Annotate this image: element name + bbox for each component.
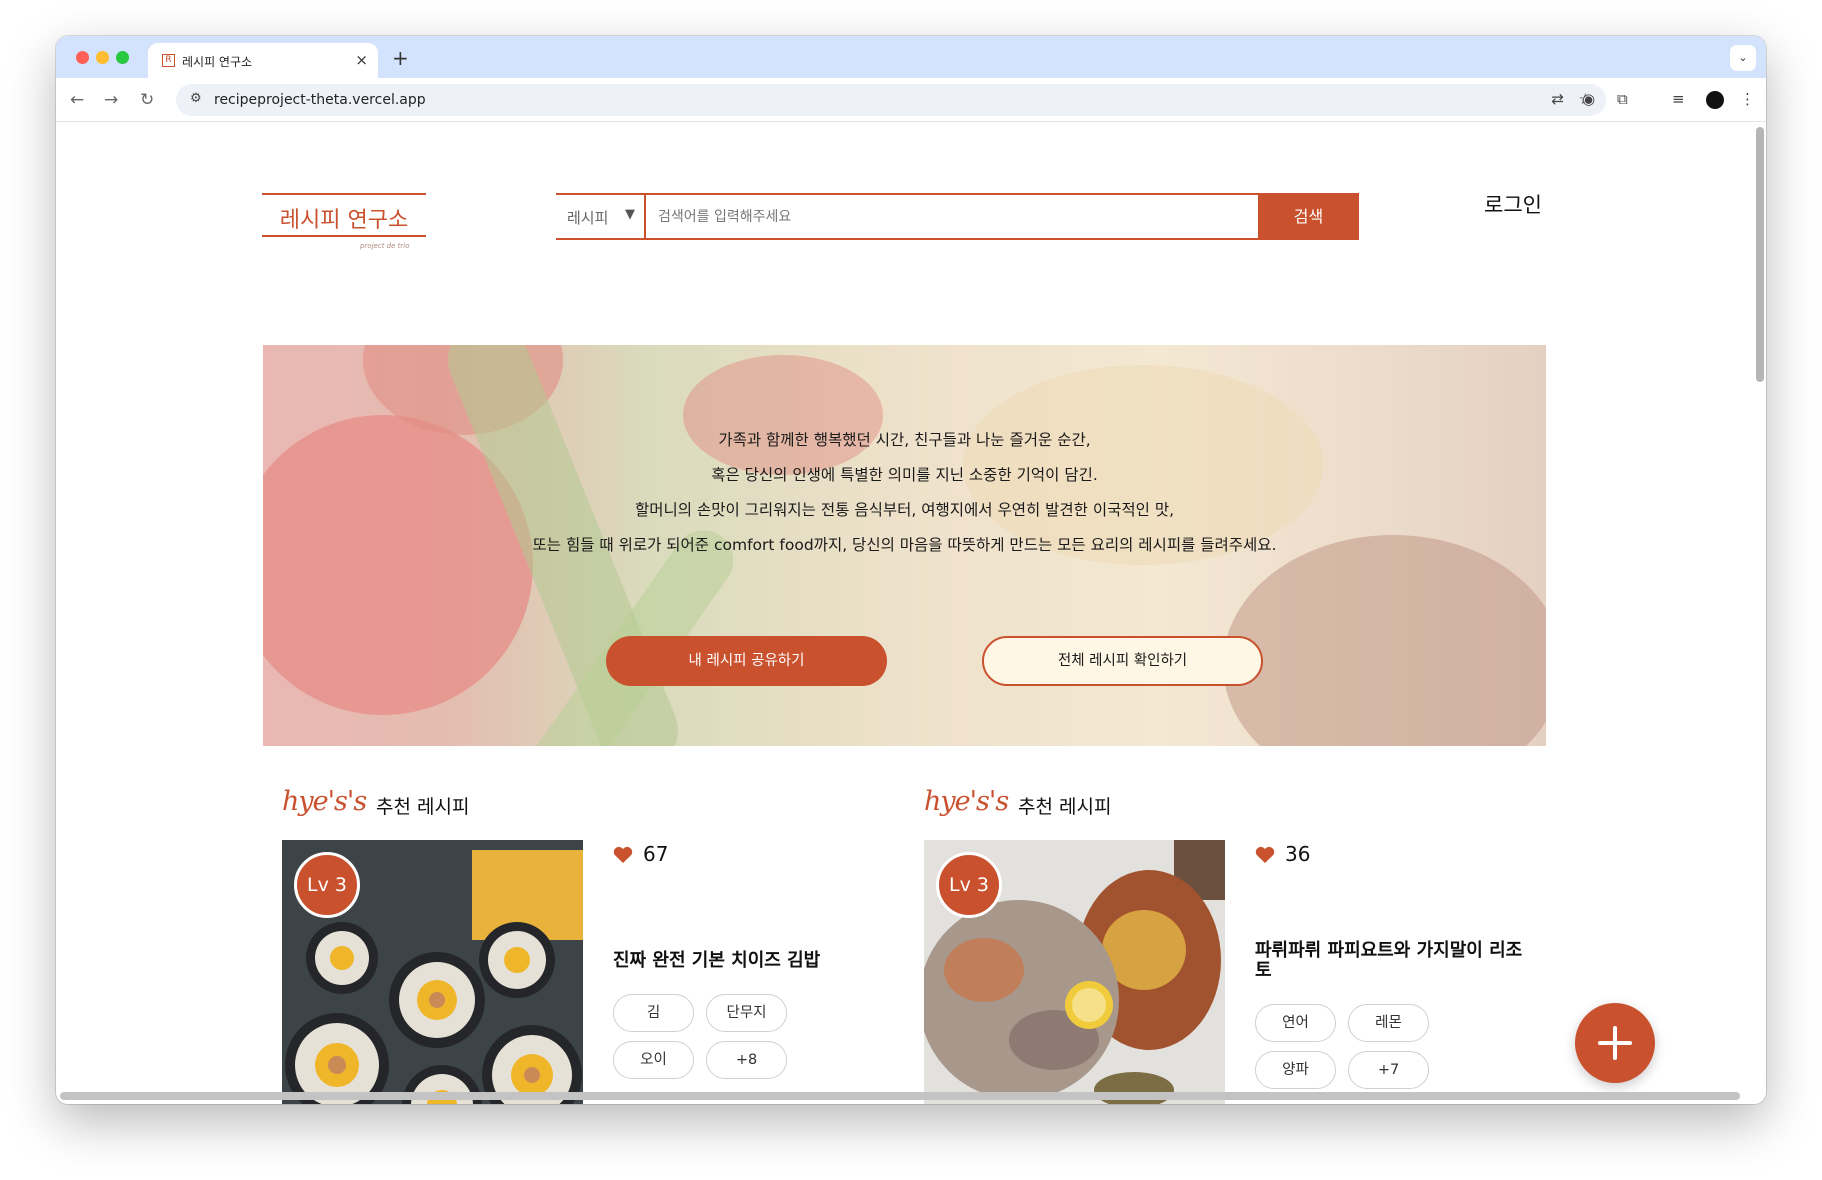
ingredient-chip[interactable]: 김 <box>613 994 694 1032</box>
logo-text: 레시피 연구소 <box>279 208 409 233</box>
search-category-label: 레시피 <box>567 209 609 227</box>
minimize-window-icon[interactable] <box>96 51 109 64</box>
recommendation-card: hye's's 추천 레시피 Lv 3 36 파뤼파뤼 파피요트와 가지말이 리… <box>924 786 1564 1104</box>
recipe-photo[interactable]: Lv 3 <box>924 840 1225 1104</box>
section-title: 추천 레시피 <box>376 796 470 818</box>
login-link[interactable]: 로그인 <box>1484 189 1542 219</box>
page-viewport: 레시피 연구소 project de trio 레시피 ▼ 검색 로그인 가족과… <box>56 123 1766 1104</box>
recommendation-card: hye's's 추천 레시피 Lv 3 67 진짜 완전 기본 치이즈 김밥 김… <box>282 786 922 1104</box>
url-text[interactable]: recipeproject-theta.vercel.app <box>214 92 426 108</box>
browser-toolbar: ← → ↻ ⚙ recipeproject-theta.vercel.app ⇄… <box>56 78 1766 122</box>
translate-icon[interactable]: ⇄ <box>1551 90 1564 108</box>
heart-icon[interactable] <box>1255 846 1275 864</box>
camera-icon[interactable]: ◉ <box>1582 90 1595 108</box>
maximize-window-icon[interactable] <box>116 51 129 64</box>
browser-tab[interactable]: R 레시피 연구소 × <box>148 43 378 78</box>
ingredient-chip[interactable]: 레몬 <box>1348 1004 1429 1042</box>
horizontal-scrollbar[interactable] <box>60 1092 1740 1100</box>
site-logo[interactable]: 레시피 연구소 <box>262 193 426 237</box>
share-recipe-button[interactable]: 내 레시피 공유하기 <box>606 636 887 686</box>
close-window-icon[interactable] <box>76 51 89 64</box>
search-input[interactable] <box>648 195 1258 238</box>
favicon-icon: R <box>162 54 175 67</box>
search-button[interactable]: 검색 <box>1258 193 1359 240</box>
hero-line: 가족과 함께한 행복했던 시간, 친구들과 나눈 즐거운 순간, <box>718 431 1091 449</box>
browser-window: R 레시피 연구소 × + ⌄ ← → ↻ ⚙ recipeproject-th… <box>56 36 1766 1104</box>
reload-icon[interactable]: ↻ <box>140 90 154 110</box>
profile-avatar[interactable] <box>1706 91 1724 109</box>
new-tab-button[interactable]: + <box>392 46 409 70</box>
view-all-recipes-button[interactable]: 전체 레시피 확인하기 <box>982 636 1263 686</box>
brand-logo: hye's's <box>924 786 1009 817</box>
recipe-name[interactable]: 파뤼파뤼 파피요트와 가지말이 리조토 <box>1255 941 1525 981</box>
close-tab-icon[interactable]: × <box>355 51 368 69</box>
search-bar: 레시피 ▼ 검색 <box>556 193 1359 240</box>
back-icon[interactable]: ← <box>70 90 84 110</box>
add-recipe-button[interactable] <box>1575 1003 1655 1083</box>
level-badge: Lv 3 <box>294 852 360 918</box>
logo-subtitle: project de trio <box>360 242 410 250</box>
site-settings-icon[interactable]: ⚙ <box>190 91 202 106</box>
hero-line: 혹은 당신의 인생에 특별한 의미를 지닌 소중한 기억이 담긴. <box>711 466 1098 484</box>
brand-logo: hye's's <box>282 786 367 817</box>
recipe-photo[interactable]: Lv 3 <box>282 840 583 1104</box>
recipe-name[interactable]: 진짜 완전 기본 치이즈 김밥 <box>613 951 883 971</box>
hero-banner: 가족과 함께한 행복했던 시간, 친구들과 나눈 즐거운 순간, 혹은 당신의 … <box>263 345 1546 746</box>
forward-icon[interactable]: → <box>104 90 118 110</box>
vertical-scrollbar[interactable] <box>1756 127 1764 382</box>
ingredient-chip[interactable]: 단무지 <box>706 994 787 1032</box>
ingredient-chip[interactable]: 연어 <box>1255 1004 1336 1042</box>
section-title: 추천 레시피 <box>1018 796 1112 818</box>
more-ingredients-chip[interactable]: +8 <box>706 1041 787 1079</box>
heart-icon[interactable] <box>613 846 633 864</box>
hero-line: 또는 힘들 때 위로가 되어준 comfort food까지, 당신의 마음을 … <box>532 536 1277 554</box>
like-count: 36 <box>1285 842 1311 866</box>
more-ingredients-chip[interactable]: +7 <box>1348 1051 1429 1089</box>
tab-strip: R 레시피 연구소 × + ⌄ <box>56 36 1766 78</box>
media-control-icon[interactable]: ≡ <box>1672 90 1685 108</box>
hero-text: 가족과 함께한 행복했던 시간, 친구들과 나눈 즐거운 순간, 혹은 당신의 … <box>263 423 1546 563</box>
tab-title: 레시피 연구소 <box>182 55 253 69</box>
address-bar[interactable]: ⚙ recipeproject-theta.vercel.app ⇄ ☆ <box>176 84 1606 116</box>
ingredient-chip[interactable]: 오이 <box>613 1041 694 1079</box>
dropdown-caret-icon: ▼ <box>625 207 635 222</box>
extensions-icon[interactable]: ⧉ <box>1617 90 1628 108</box>
hero-line: 할머니의 손맛이 그리워지는 전통 음식부터, 여행지에서 우연히 발견한 이국… <box>634 501 1175 519</box>
like-count: 67 <box>643 842 669 866</box>
more-menu-icon[interactable]: ⋮ <box>1740 90 1755 108</box>
search-category-select[interactable]: 레시피 ▼ <box>556 195 646 238</box>
tab-search-chevron-icon[interactable]: ⌄ <box>1730 45 1756 71</box>
ingredient-chip[interactable]: 양파 <box>1255 1051 1336 1089</box>
level-badge: Lv 3 <box>936 852 1002 918</box>
